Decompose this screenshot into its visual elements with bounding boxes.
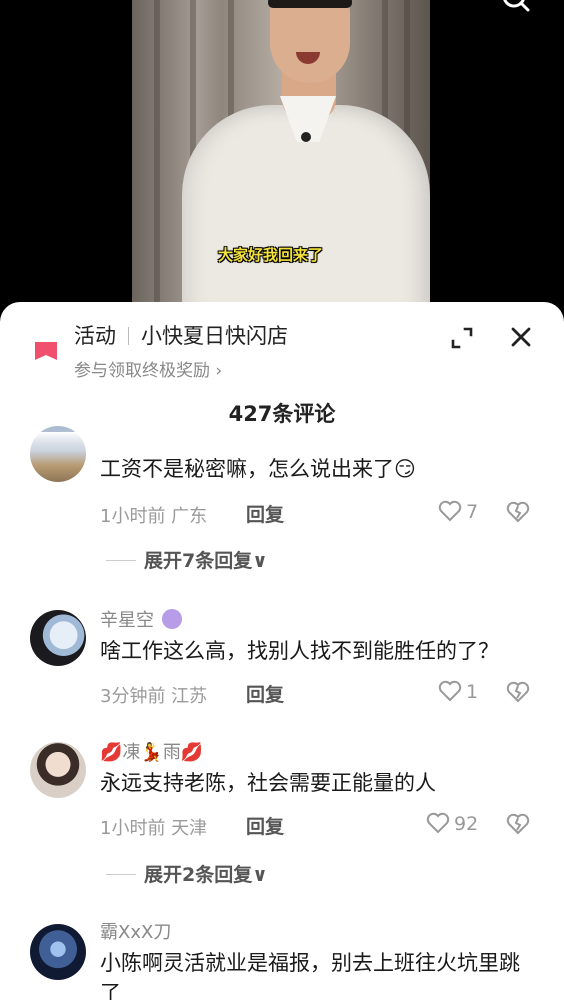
reply-button[interactable]: 回复 <box>246 812 284 839</box>
expand-replies-button[interactable]: 展开7条回复∨ <box>106 546 268 573</box>
activity-name: 小快夏日快闪店 <box>141 324 288 348</box>
comment-count: 427条评论 <box>228 402 336 426</box>
avatar[interactable] <box>30 742 86 798</box>
comment-sheet: 活动 小快夏日快闪店 参与领取终极奖励 › 427条评论 工资不是秘密嘛，怎么说出… <box>0 302 564 1000</box>
expand-replies-button[interactable]: 展开2条回复∨ <box>106 860 268 887</box>
comment-meta: 3分钟前 江苏 <box>100 686 208 707</box>
activity-label: 活动 <box>74 324 116 348</box>
comment-meta: 1小时前 广东 <box>100 506 208 527</box>
dislike-icon[interactable] <box>505 812 531 838</box>
expand-icon[interactable] <box>448 324 476 352</box>
comment-meta: 1小时前 天津 <box>100 818 208 839</box>
comment-text: 永远支持老陈，社会需要正能量的人 <box>100 771 436 795</box>
activity-banner[interactable]: 活动 小快夏日快闪店 参与领取终极奖励 › <box>32 320 452 384</box>
like-button[interactable]: 7 <box>438 500 478 523</box>
avatar[interactable] <box>30 610 86 666</box>
like-count: 1 <box>466 681 479 703</box>
flag-icon <box>32 338 60 366</box>
activity-subtitle-link[interactable]: 参与领取终极奖励 › <box>74 356 222 381</box>
reply-button[interactable]: 回复 <box>246 500 284 527</box>
dislike-icon[interactable] <box>505 500 531 526</box>
video-subtitle: 大家好我回来了 <box>218 246 324 264</box>
comment-username[interactable]: 辛星空 <box>100 606 182 632</box>
avatar[interactable] <box>30 924 86 980</box>
comment-text: 小陈啊灵活就业是福报，别去上班往火坑里跳了 <box>100 951 520 1000</box>
comment-text: 工资不是秘密嘛，怎么说出来了😏 <box>100 457 416 481</box>
activity-title: 活动 小快夏日快闪店 <box>74 320 288 350</box>
like-button[interactable]: 92 <box>426 812 478 835</box>
like-count: 92 <box>454 813 479 835</box>
speaker-figure <box>182 0 430 320</box>
comment-username[interactable]: 💋凍💃雨💋 <box>100 738 203 764</box>
comment-text: 啥工作这么高，找别人找不到能胜任的了？ <box>100 639 499 663</box>
reply-button[interactable]: 回复 <box>246 680 284 707</box>
like-button[interactable]: 1 <box>438 680 478 703</box>
close-icon[interactable] <box>506 322 536 352</box>
like-count: 7 <box>466 501 479 523</box>
comment-username[interactable]: 霸XxX刀 <box>100 918 171 944</box>
video-player[interactable]: 大家好我回来了 <box>0 0 564 320</box>
scroll-fade <box>0 432 564 452</box>
badge-icon <box>162 609 182 629</box>
search-icon[interactable] <box>500 0 532 18</box>
dislike-icon[interactable] <box>505 680 531 706</box>
